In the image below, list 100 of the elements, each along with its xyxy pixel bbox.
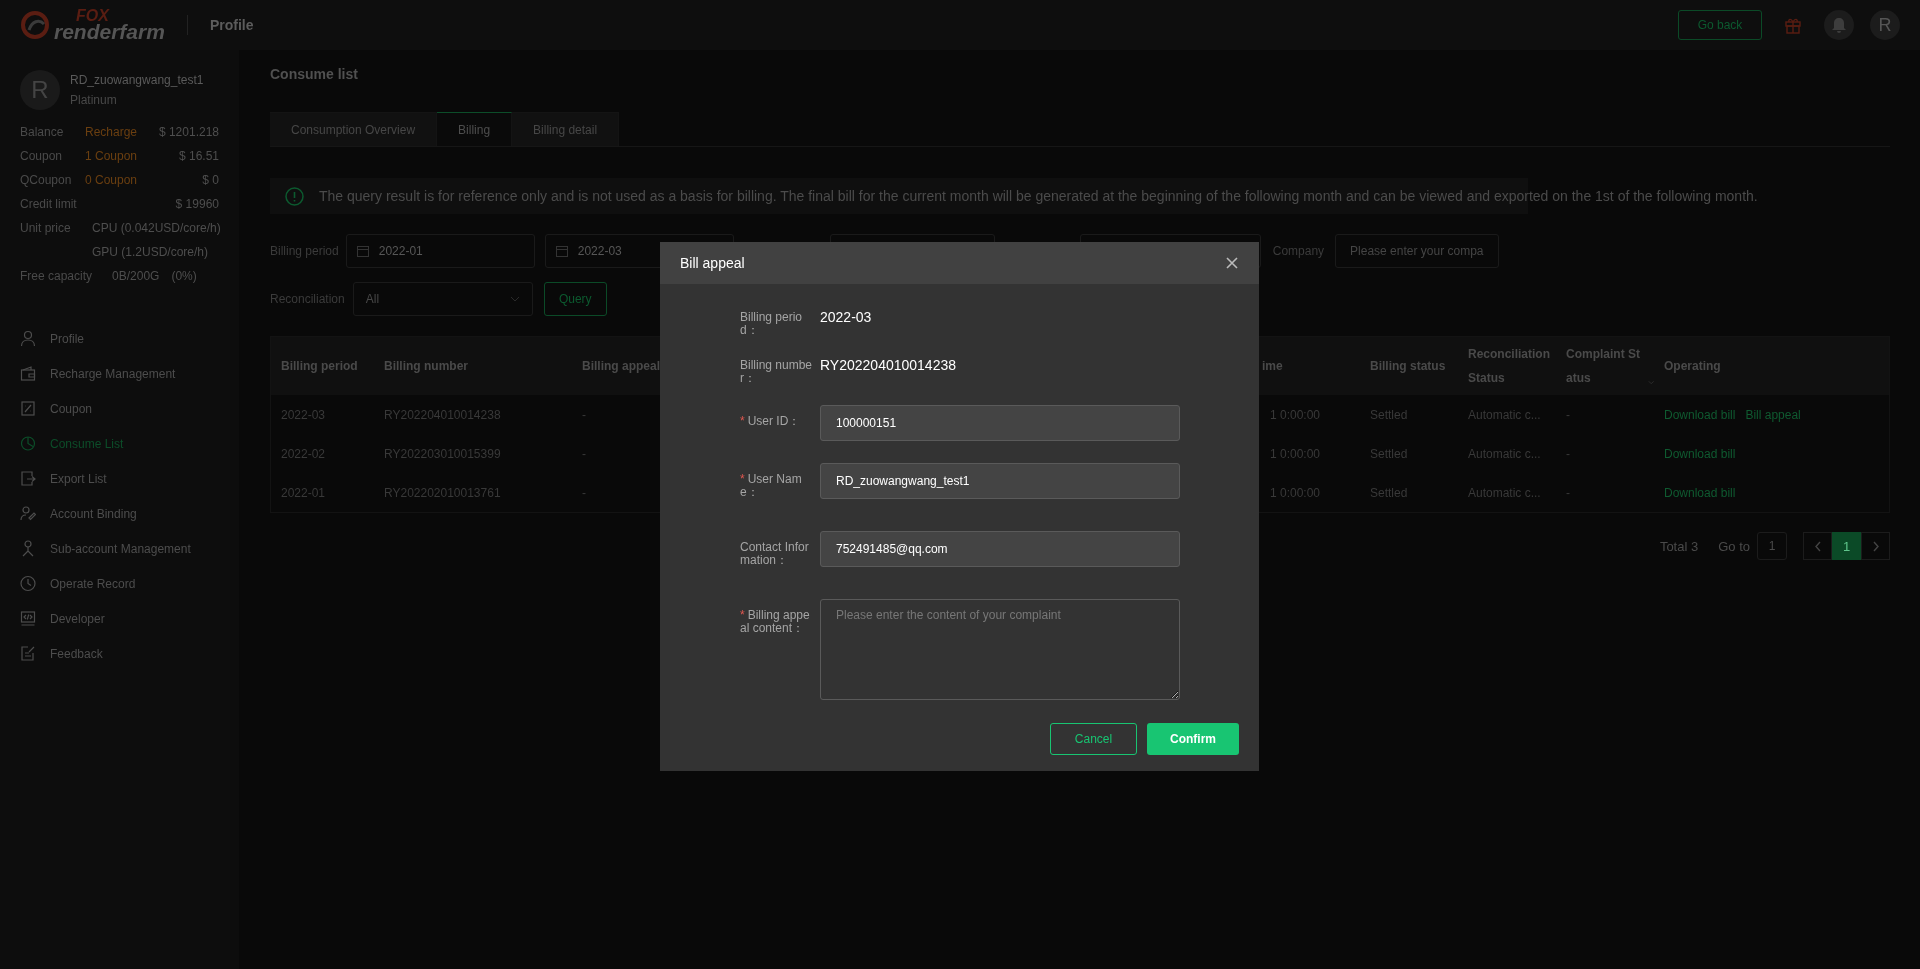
- date-field[interactable]: 2022-01: [345, 234, 535, 268]
- code-icon: [20, 610, 36, 627]
- confirm-button[interactable]: Confirm: [1147, 723, 1239, 755]
- logo-text: renderfarm: [54, 22, 165, 41]
- nav-item[interactable]: Account Binding: [20, 496, 219, 531]
- nav-item[interactable]: Feedback: [20, 636, 219, 671]
- column-header: Billing status: [1370, 358, 1446, 375]
- goto-field[interactable]: 1: [1757, 532, 1787, 560]
- reconciliation-select[interactable]: All: [352, 282, 533, 316]
- nav-item[interactable]: Profile: [20, 321, 219, 356]
- bell-icon: [1831, 17, 1847, 33]
- column-header: Billing appeal: [582, 358, 660, 375]
- page-button[interactable]: 1: [1832, 532, 1861, 560]
- unit-price: CPU (0.042USD/core/h): [92, 221, 221, 235]
- form-label: Billing number：: [740, 357, 814, 385]
- go-back-button[interactable]: Go back: [1678, 10, 1762, 40]
- goto-label: Go to: [1718, 538, 1750, 554]
- column-header: Reconciliation Status: [1468, 346, 1551, 387]
- user-level: Platinum: [70, 93, 118, 107]
- close-button[interactable]: [1225, 256, 1239, 270]
- tab[interactable]: Billing: [437, 112, 513, 146]
- form-label: Billing period：: [740, 309, 804, 337]
- account-value: $ 16.51: [178, 149, 219, 163]
- pie-chart-icon: [20, 435, 36, 452]
- person-icon: [20, 330, 36, 347]
- logo-icon: [20, 10, 50, 40]
- account-label: Credit limit: [20, 197, 78, 211]
- input-field[interactable]: RD_zuowangwang_test1: [820, 463, 1180, 499]
- notice-text: The query result is for reference only and is not used as a basis for billing. The final bill for the current month will be generated at the beginning of the following month and can be viewed and exported on the 1st of the following month.: [319, 188, 1758, 204]
- nav-item[interactable]: Sub-account Management: [20, 531, 219, 566]
- account-value: $ 1201.218: [158, 125, 219, 139]
- user-name: RD_zuowangwang_test1: [70, 73, 204, 87]
- section-title: Consume list: [270, 66, 358, 82]
- column-header: ime: [1262, 358, 1283, 375]
- chevron-right-icon: [1871, 540, 1880, 552]
- next-page-button[interactable]: [1861, 532, 1890, 560]
- form-label: Contact Information：: [740, 539, 810, 567]
- total-count: Total 3: [1659, 538, 1699, 554]
- form-label: * User Name：: [740, 471, 803, 499]
- notification-button[interactable]: [1824, 10, 1854, 40]
- action-link[interactable]: Download bill: [1664, 407, 1736, 422]
- account-label: Unit price: [20, 220, 72, 237]
- input-field[interactable]: 752491485@qq.com: [820, 531, 1180, 567]
- user-tree-icon: [20, 540, 36, 557]
- complaint-field[interactable]: Please enter the content of your complaint: [820, 599, 1180, 700]
- account-link[interactable]: 1 Coupon: [85, 149, 138, 163]
- cancel-button[interactable]: Cancel: [1050, 723, 1137, 755]
- clock-icon: [20, 575, 36, 592]
- account-label: Free capacity: [20, 269, 93, 283]
- form-value: RY202204010014238: [820, 357, 956, 373]
- account-link[interactable]: 0 Coupon: [85, 173, 138, 187]
- chevron-down-icon: [509, 296, 520, 302]
- coupon-icon: [20, 400, 36, 417]
- logo-text: FOX: [76, 9, 110, 23]
- calendar-icon: [555, 245, 568, 257]
- nav-item[interactable]: Developer: [20, 601, 219, 636]
- info-icon: [285, 186, 304, 206]
- caret-icon[interactable]: [1647, 380, 1654, 385]
- unit-price: GPU (1.2USD/core/h): [92, 245, 209, 259]
- account-label: Balance: [20, 125, 65, 139]
- query-button[interactable]: Query: [543, 282, 607, 316]
- column-header: Operating: [1664, 358, 1721, 375]
- column-header: Billing period: [281, 358, 358, 375]
- form-value: 2022-03: [820, 309, 872, 325]
- action-link[interactable]: Bill appeal: [1745, 407, 1801, 422]
- nav-item[interactable]: Consume List: [20, 426, 219, 461]
- previous-page-button[interactable]: [1803, 532, 1832, 560]
- page-header-title: Profile: [209, 17, 254, 33]
- company-field[interactable]: Please enter your compa: [1335, 234, 1500, 268]
- account-link[interactable]: Recharge: [85, 125, 138, 139]
- nav-item[interactable]: Coupon: [20, 391, 219, 426]
- capacity-value: 0B/200G: [112, 269, 160, 283]
- nav-item[interactable]: Recharge Management: [20, 356, 219, 391]
- form-label: * User ID：: [740, 413, 802, 430]
- table-cell: -: [1566, 446, 1570, 461]
- nav-item[interactable]: Export List: [20, 461, 219, 496]
- account-value: $ 0: [202, 173, 219, 187]
- action-link[interactable]: Download bill: [1664, 446, 1736, 461]
- input-field[interactable]: 100000151: [820, 405, 1180, 441]
- chevron-left-icon: [1813, 540, 1822, 552]
- nav-item[interactable]: Operate Record: [20, 566, 219, 601]
- table-cell: -: [1566, 485, 1570, 500]
- action-link[interactable]: Download bill: [1664, 485, 1736, 500]
- account-value: $ 19960: [175, 197, 219, 211]
- gift-icon[interactable]: [1784, 16, 1802, 34]
- table-cell: -: [582, 407, 586, 422]
- avatar[interactable]: R: [1870, 10, 1900, 40]
- edit-icon: [20, 645, 36, 662]
- wallet-icon: [20, 365, 36, 382]
- table-cell: -: [582, 485, 586, 500]
- table-cell: -: [1566, 407, 1570, 422]
- account-label: QCoupon: [20, 173, 73, 187]
- capacity-percent: (0%): [171, 269, 197, 283]
- form-label: * Billing appeal content：: [740, 607, 811, 637]
- calendar-icon: [356, 245, 369, 257]
- export-icon: [20, 470, 36, 487]
- column-header: Complaint Status: [1566, 346, 1641, 387]
- table-cell: -: [582, 446, 586, 461]
- user-link-icon: [20, 505, 36, 522]
- account-label: Coupon: [20, 149, 64, 163]
